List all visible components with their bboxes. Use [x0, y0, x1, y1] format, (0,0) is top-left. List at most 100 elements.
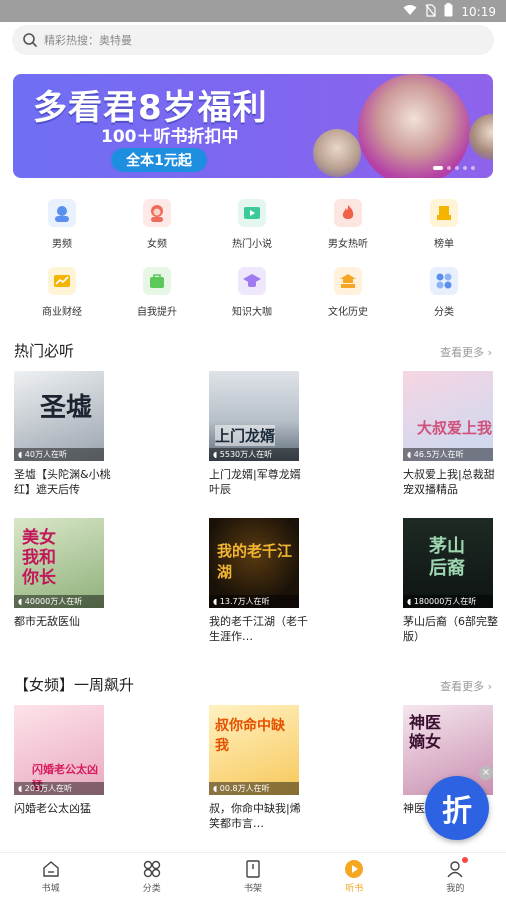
book-card[interactable]: 大叔爱上我 ◖ 46.5万人在听 大叔爱上我|总裁甜宠双播精品 [403, 371, 495, 497]
listener-badge: ◖ 203万人在听 [14, 782, 104, 795]
book-card[interactable]: 美女我和你长 ◖ 40000万人在听 都市无敌医仙 [14, 518, 104, 629]
nav-label: 书城 [41, 884, 60, 894]
listener-count: 13.7万人在听 [219, 597, 270, 606]
listener-badge: ◖ 13.7万人在听 [209, 595, 299, 608]
headphone-icon: ◖ [213, 597, 218, 606]
category-label: 男女热听 [328, 239, 368, 250]
wifi-icon [403, 4, 417, 20]
book-title: 上门龙婿|军尊龙婿叶辰 [209, 468, 301, 496]
listener-badge: ◖ 00.8万人在听 [209, 782, 299, 795]
book-card[interactable]: 闪婚老公太凶猛 ◖ 203万人在听 闪婚老公太凶猛 [14, 705, 104, 816]
book-cover: 叔你命中缺我 ◖ 00.8万人在听 [209, 705, 299, 795]
book-cover: 美女我和你长 ◖ 40000万人在听 [14, 518, 104, 608]
home-icon [41, 859, 61, 879]
category-all[interactable]: 分类 [396, 267, 492, 318]
banner-cta-button[interactable]: 全本1元起 [111, 148, 207, 172]
category-label: 分类 [434, 307, 454, 318]
category-label: 女频 [147, 239, 167, 250]
host-portrait [358, 74, 470, 178]
nav-bookshelf[interactable]: 书架 [202, 853, 303, 900]
nav-audiobooks[interactable]: 听书 [304, 853, 405, 900]
listener-badge: ◖ 5530万人在听 [209, 448, 299, 461]
book-card[interactable]: 叔你命中缺我 ◖ 00.8万人在听 叔，你命中缺我|烯笑都市言… [209, 705, 301, 831]
category-culture-history[interactable]: 文化历史 [300, 267, 396, 318]
category-label: 知识大咖 [232, 307, 272, 318]
notification-dot [461, 857, 468, 863]
category-self-improve[interactable]: 自我提升 [109, 267, 205, 318]
female-avatar-icon [143, 199, 171, 227]
grid-icon [430, 267, 458, 295]
see-more-label: 查看更多 [440, 346, 485, 359]
chevron-right-icon: › [487, 680, 492, 693]
listener-badge: ◖ 40000万人在听 [14, 595, 104, 608]
book-card[interactable]: 茅山后裔 ◖ 180000万人在听 茅山后裔（6部完整版） [403, 518, 498, 644]
search-icon [22, 32, 38, 48]
bottom-nav: 书城 分类 书架 听书 我的 [0, 852, 506, 900]
headphone-icon: ◖ [18, 597, 23, 606]
section-title-female-weekly: 【女频】一周飙升 [14, 676, 135, 694]
book-card[interactable]: 我的老千江湖 ◖ 13.7万人在听 我的老千江湖（老千生涯作… [209, 518, 308, 644]
listener-count: 5530万人在听 [219, 450, 273, 459]
banner-dot [463, 166, 467, 170]
listener-count: 00.8万人在听 [219, 784, 270, 793]
book-cover: 上门龙婿 ◖ 5530万人在听 [209, 371, 299, 461]
category-label: 榜单 [434, 239, 454, 250]
nav-label: 我的 [446, 884, 465, 894]
listener-count: 203万人在听 [24, 784, 73, 793]
headphone-icon: ◖ [407, 597, 412, 606]
play-circle-icon [344, 859, 364, 879]
listener-badge: ◖ 180000万人在听 [403, 595, 493, 608]
listener-badge: ◖ 46.5万人在听 [403, 448, 493, 461]
category-rankings[interactable]: 榜单 [396, 199, 492, 250]
book-cover: 茅山后裔 ◖ 180000万人在听 [403, 518, 493, 608]
search-placeholder: 精彩热搜：奥特曼 [44, 34, 132, 47]
see-more-hot-link[interactable]: 查看更多 › [440, 344, 492, 360]
banner-dot [455, 166, 459, 170]
nav-label: 分类 [142, 884, 161, 894]
category-male[interactable]: 男频 [14, 199, 110, 250]
category-business[interactable]: 商业财经 [14, 267, 110, 318]
banner-dot [471, 166, 475, 170]
category-hot-listens[interactable]: 男女热听 [300, 199, 396, 250]
book-title: 圣墟【头陀渊&小桃红】遮天后传 [14, 468, 111, 496]
bag-icon [143, 267, 171, 295]
book-card[interactable]: 圣墟 ◖ 40万人在听 圣墟【头陀渊&小桃红】遮天后传 [14, 371, 111, 497]
book-title: 茅山后裔（6部完整版） [403, 615, 498, 643]
bookshelf-icon [243, 859, 263, 879]
cover-title: 圣墟 [40, 393, 93, 423]
book-title: 闪婚老公太凶猛 [14, 802, 91, 815]
status-bar: 10:19 [0, 0, 506, 22]
listener-count: 40万人在听 [24, 450, 67, 459]
pagoda-icon [334, 267, 362, 295]
search-bar[interactable]: 精彩热搜：奥特曼 [12, 25, 494, 55]
cover-title: 上门龙婿 [215, 425, 276, 446]
book-cover: 大叔爱上我 ◖ 46.5万人在听 [403, 371, 493, 461]
banner-pagination [433, 166, 475, 170]
headphone-icon: ◖ [18, 784, 23, 793]
category-label: 商业财经 [42, 307, 82, 318]
cover-title: 美女我和你长 [22, 528, 56, 588]
cover-title: 我的老千江湖 [217, 542, 293, 581]
fab-close-icon[interactable]: × [479, 766, 493, 780]
category-female[interactable]: 女频 [109, 199, 205, 250]
book-title: 叔，你命中缺我|烯笑都市言… [209, 802, 301, 830]
book-title: 我的老千江湖（老千生涯作… [209, 615, 308, 643]
nav-bookstore[interactable]: 书城 [0, 853, 101, 900]
discount-fab-button[interactable]: 折 [425, 776, 489, 840]
listener-badge: ◖ 40万人在听 [14, 448, 104, 461]
category-label: 文化历史 [328, 307, 368, 318]
category-hot-novels[interactable]: 热门小说 [204, 199, 300, 250]
category-experts[interactable]: 知识大咖 [204, 267, 300, 318]
promo-banner[interactable]: 多看君8岁福利 100＋听书折扣中 全本1元起 [13, 74, 493, 178]
category-label: 自我提升 [137, 307, 177, 318]
see-more-female-link[interactable]: 查看更多 › [440, 678, 492, 694]
nav-category[interactable]: 分类 [101, 853, 202, 900]
cover-title: 神医嫡女 [409, 713, 442, 751]
no-sim-icon [425, 3, 437, 21]
book-cover: 我的老千江湖 ◖ 13.7万人在听 [209, 518, 299, 608]
nav-label: 听书 [345, 884, 364, 894]
banner-dot-active [433, 166, 443, 170]
nav-profile[interactable]: 我的 [405, 853, 506, 900]
book-card[interactable]: 上门龙婿 ◖ 5530万人在听 上门龙婿|军尊龙婿叶辰 [209, 371, 301, 497]
grid-icon [142, 859, 162, 879]
